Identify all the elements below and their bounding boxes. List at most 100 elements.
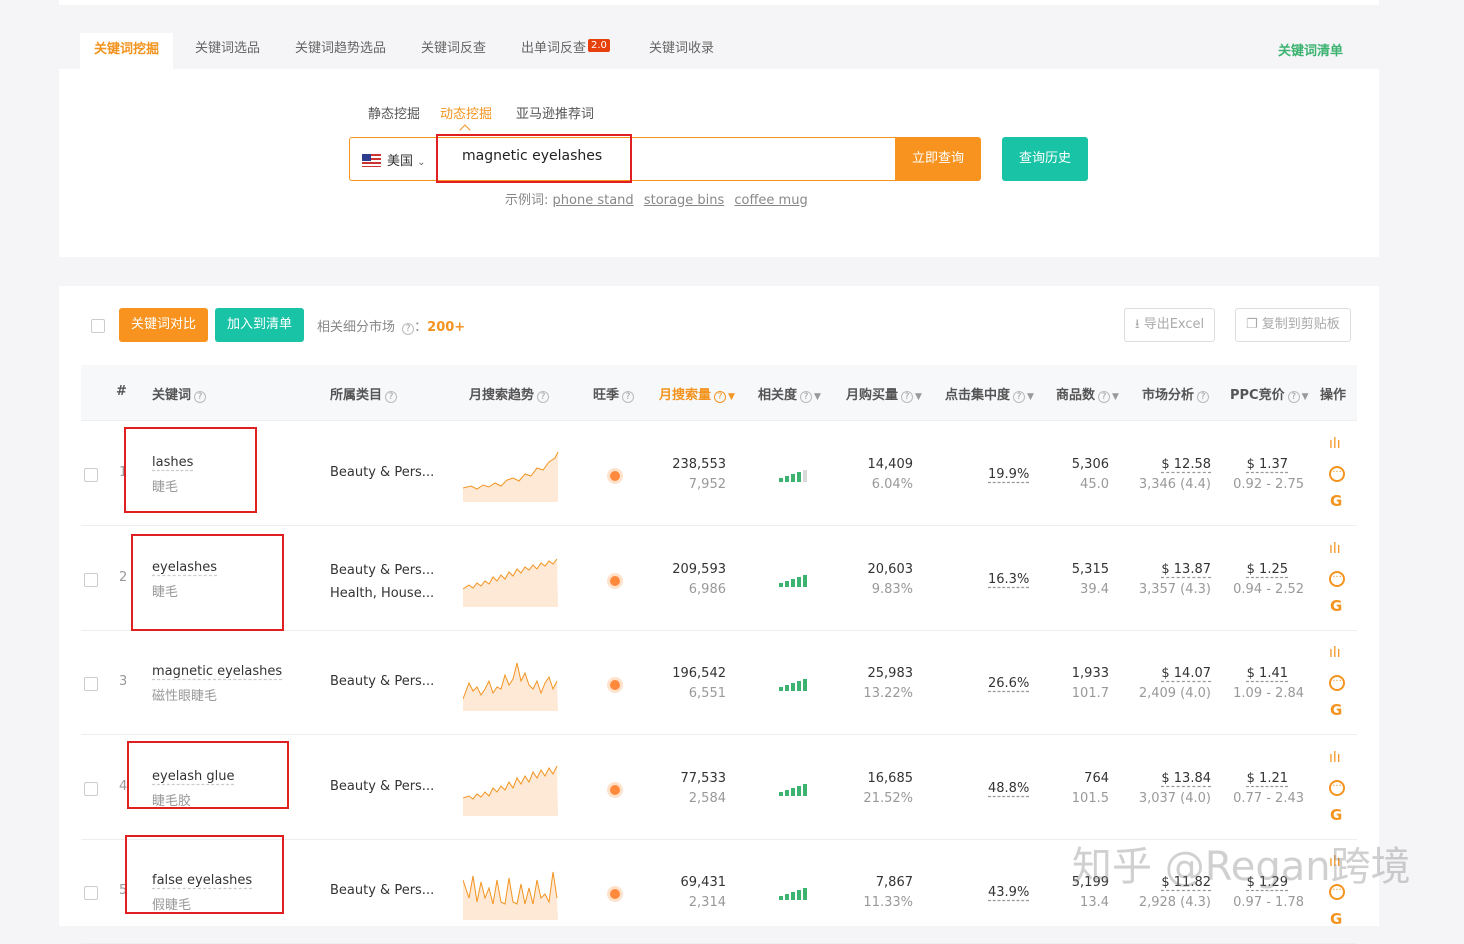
category-label: Beauty & Pers... (330, 778, 435, 794)
search-trend-sparkline[interactable] (463, 764, 559, 816)
tab-keyword-trend-selection[interactable]: 关键词趋势选品 (281, 34, 400, 70)
tab-order-keyword-reverse[interactable]: 出单词反查 2.0 (507, 34, 624, 70)
click-concentration[interactable]: 19.9% (988, 467, 1029, 482)
market-price[interactable]: $ 13.84 (1131, 771, 1211, 786)
market-reviews: 3,357 (4.3) (1138, 581, 1211, 597)
row-checkbox[interactable] (84, 572, 98, 587)
google-icon[interactable]: G (1330, 597, 1350, 615)
example-link[interactable]: phone stand (553, 193, 634, 208)
relevance-bar (803, 888, 807, 900)
col-purchases[interactable]: 月购买量? ▼ (846, 384, 922, 403)
col-search-volume[interactable]: 月搜索量? ▼ (659, 384, 735, 403)
click-concentration[interactable]: 16.3% (988, 572, 1029, 587)
copy-clipboard-button[interactable]: ❐ 复制到剪贴板 (1235, 308, 1351, 342)
market-reviews: 3,346 (4.4) (1138, 477, 1211, 492)
subtab-static-mining[interactable]: 静态挖掘 (368, 103, 420, 122)
more-icon[interactable]: ··· (1329, 466, 1345, 482)
row-checkbox[interactable] (84, 886, 98, 900)
google-icon[interactable]: G (1330, 910, 1350, 928)
relevance-bar (791, 474, 795, 482)
google-icon[interactable]: G (1330, 806, 1350, 824)
col-products[interactable]: 商品数? ▼ (1056, 384, 1119, 403)
example-link[interactable]: coffee mug (734, 193, 807, 208)
tab-keyword-mining[interactable]: 关键词挖掘 (80, 33, 174, 70)
google-icon[interactable]: G (1330, 701, 1350, 719)
relevance-bar (779, 791, 783, 796)
help-icon[interactable]: ? (1287, 391, 1300, 403)
row-checkbox[interactable] (84, 781, 98, 796)
ppc-bid[interactable]: $ 1.21 (1208, 771, 1288, 786)
monthly-purchases: 20,603 (867, 561, 914, 577)
more-icon[interactable]: ··· (1329, 570, 1345, 587)
search-volume-daily: 2,584 (688, 790, 726, 806)
col-relevance[interactable]: 相关度? ▼ (758, 384, 821, 403)
market-price[interactable]: $ 14.07 (1131, 666, 1211, 681)
export-excel-button[interactable]: ⭳ 导出Excel (1124, 308, 1216, 342)
product-count: 764 (1084, 770, 1109, 786)
more-icon[interactable]: ··· (1329, 675, 1345, 691)
ppc-range: 0.92 - 2.75 (1233, 477, 1304, 492)
help-icon[interactable]: ? (1197, 391, 1210, 403)
search-trend-sparkline[interactable] (463, 659, 559, 711)
relevance-bar (797, 472, 801, 482)
click-concentration[interactable]: 43.9% (988, 885, 1029, 900)
search-trend-sparkline[interactable] (463, 450, 559, 502)
click-concentration[interactable]: 48.8% (988, 781, 1029, 796)
market-price[interactable]: $ 12.58 (1131, 457, 1211, 472)
search-volume-daily: 2,314 (688, 895, 726, 910)
bar-chart-icon[interactable]: ılı (1329, 436, 1349, 452)
peak-season-dot-icon (610, 889, 620, 899)
help-icon[interactable]: ? (901, 391, 914, 403)
help-icon[interactable]: ? (622, 391, 635, 403)
subtab-dynamic-mining[interactable]: 动态挖掘 (440, 103, 492, 122)
ppc-bid[interactable]: $ 1.37 (1208, 457, 1288, 472)
more-icon[interactable]: ··· (1329, 779, 1345, 796)
peak-season-dot-icon (610, 471, 620, 481)
keyword-list-link[interactable]: 关键词清单 (1278, 40, 1343, 59)
ppc-bid[interactable]: $ 1.25 (1208, 562, 1288, 577)
market-price[interactable]: $ 13.87 (1131, 562, 1211, 577)
help-icon[interactable]: ? (714, 391, 727, 403)
query-button[interactable]: 立即查询 (895, 137, 981, 181)
help-icon[interactable]: ? (194, 391, 207, 403)
keyword-link[interactable]: magnetic eyelashes (152, 664, 282, 679)
example-link[interactable]: storage bins (644, 193, 724, 208)
country-select[interactable]: 美国 ⌄ (362, 150, 426, 169)
monthly-purchases: 7,867 (875, 875, 913, 890)
select-all-checkbox[interactable] (91, 319, 105, 333)
keyword-compare-button[interactable]: 关键词对比 (119, 308, 208, 342)
row-checkbox[interactable] (84, 468, 98, 482)
help-icon[interactable]: ? (800, 391, 813, 403)
signal-bars-icon (779, 573, 809, 587)
history-button[interactable]: 查询历史 (1002, 137, 1088, 181)
monthly-purchases: 16,685 (867, 770, 914, 786)
category-label: Beauty & Pers... (330, 674, 435, 689)
row-checkbox[interactable] (84, 677, 98, 691)
click-concentration[interactable]: 26.6% (988, 676, 1029, 691)
bar-chart-icon[interactable]: ılı (1329, 645, 1349, 661)
table-row (81, 422, 1357, 526)
help-icon[interactable]: ? (537, 391, 550, 403)
help-icon[interactable]: ? (1098, 391, 1111, 403)
tab-keyword-product-selection[interactable]: 关键词选品 (181, 34, 274, 70)
col-click-concentration[interactable]: 点击集中度? ▼ (945, 384, 1034, 403)
google-icon[interactable]: G (1330, 492, 1350, 510)
purchase-rate: 11.33% (863, 895, 913, 910)
col-ppc[interactable]: PPC竞价? ▼ (1230, 384, 1309, 403)
bar-chart-icon[interactable]: ılı (1329, 541, 1349, 557)
help-icon[interactable]: ? (1013, 391, 1026, 403)
example-keywords: 示例词: phone stand storage bins coffee mug (505, 193, 808, 208)
help-icon[interactable]: ? (385, 391, 398, 403)
subtab-amazon-recommended[interactable]: 亚马逊推荐词 (516, 103, 594, 122)
tab-keyword-reverse[interactable]: 关键词反查 (407, 34, 500, 70)
purchase-rate: 13.22% (863, 686, 913, 701)
keyword-translation: 磁性眼睫毛 (152, 689, 218, 704)
add-to-list-button[interactable]: 加入到清单 (215, 308, 304, 342)
bar-chart-icon[interactable]: ılı (1329, 750, 1349, 766)
search-trend-sparkline[interactable] (463, 555, 559, 607)
ppc-range: 0.94 - 2.52 (1233, 581, 1304, 597)
ppc-bid[interactable]: $ 1.41 (1208, 666, 1288, 681)
search-trend-sparkline[interactable] (463, 868, 559, 920)
tab-keyword-indexing[interactable]: 关键词收录 (635, 34, 728, 70)
help-icon[interactable]: ? (402, 323, 415, 335)
